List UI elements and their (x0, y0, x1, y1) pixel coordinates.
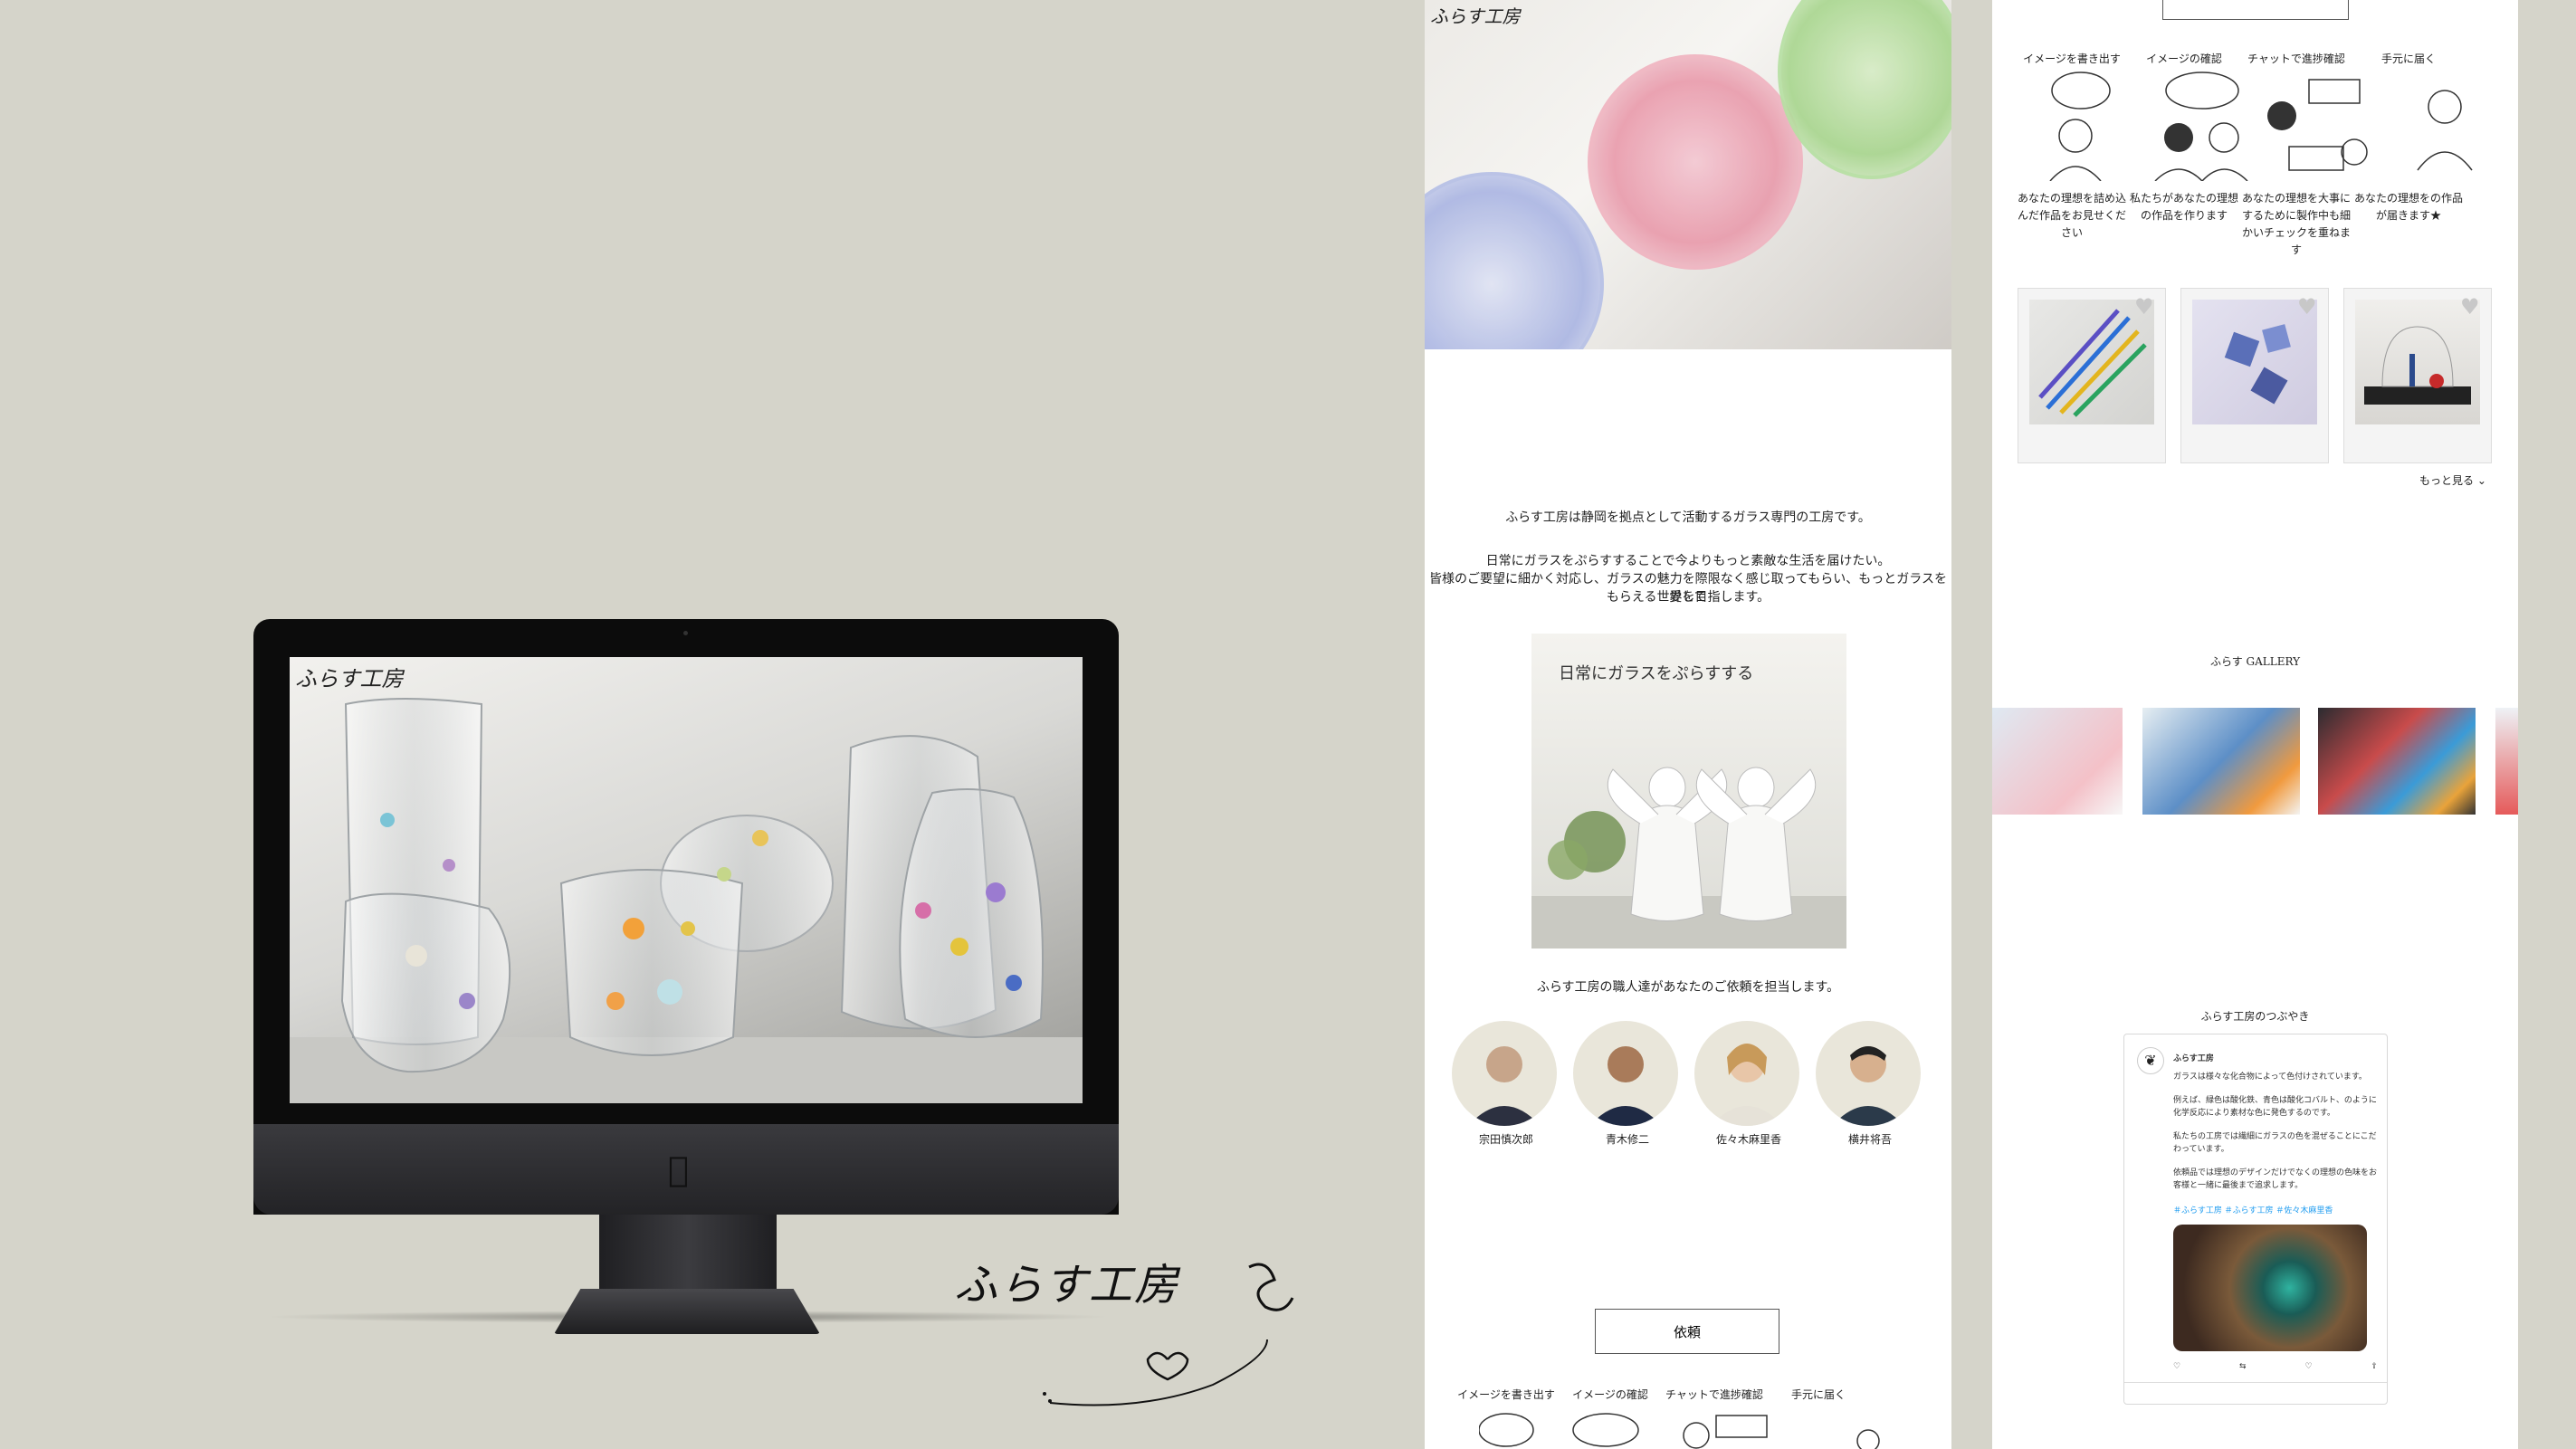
artisan-card[interactable]: 青木修二 (1573, 1021, 1682, 1147)
reply-icon[interactable]: ♡ (2173, 1360, 2180, 1373)
artisan-portrait-icon (1573, 1021, 1678, 1126)
angel-figures-icon (1531, 767, 1846, 949)
favorite-heart-icon[interactable]: ♥ (2134, 294, 2154, 319)
tweet-photo (2173, 1225, 2367, 1351)
tweet-actions: ♡ ⇆ ♡ ⇪ (2173, 1360, 2378, 1373)
gallery-heading: ふらす GALLERY (2209, 655, 2301, 668)
step-title: イメージを書き出す (1457, 1388, 1555, 1401)
step-title: 手元に届く (2380, 52, 2436, 65)
product-card[interactable]: ♥ (2018, 288, 2166, 463)
tweet-hashtags[interactable]: ＃ふらす工房 ＃ふらす工房 ＃佐々木麻里香 (2173, 1205, 2378, 1217)
tweet-paragraph: 依頼品では理想のデザインだけでなくの理想の色味をお客様と一緒に最後まで追求します… (2173, 1168, 2378, 1190)
step-desc: 私たちがあなたの理想の作品を作ります (2129, 192, 2238, 222)
intro-line-4: もらえる世界を目指します。 (1606, 590, 1770, 605)
apple-logo-icon:  (668, 1149, 689, 1189)
step-title: チャットで進捗確認 (1665, 1388, 1763, 1401)
tweets-heading: ふらす工房のつぶやき (2200, 1010, 2310, 1023)
share-icon[interactable]: ⇪ (2371, 1360, 2378, 1373)
intro-line-1: ふらす工房は静岡を拠点として活動するガラス専門の工房です。 (1505, 510, 1871, 525)
favorite-heart-icon[interactable]: ♥ (2297, 294, 2317, 319)
step-desc: あなたの理想を詰め込んだ作品をお見せください (2017, 192, 2126, 239)
step-desc: あなたの理想をの作品が届きます★ (2353, 192, 2463, 222)
tweet-author: ふらす工房 (2173, 1054, 2214, 1063)
gallery-image[interactable] (1992, 708, 2123, 815)
favorite-heart-icon[interactable]: ♥ (2460, 294, 2480, 319)
artisan-portrait-icon (1816, 1021, 1921, 1126)
tweet-paragraph: 例えば、緑色は酸化鉄、青色は酸化コバルト、のように化学反応により素材な色に発色す… (2173, 1096, 2377, 1118)
gallery-image[interactable] (2142, 708, 2300, 815)
artisan-card[interactable]: 横井将吾 (1816, 1021, 1924, 1147)
artisan-name: 青木修二 (1605, 1133, 1649, 1146)
imac-foot (554, 1289, 820, 1334)
site-page-bottom: イメージを書き出す イメージの確認 チャットで進捗確認 手元に届く あなたの理想… (1992, 0, 2518, 1449)
request-button[interactable]: 依頼 (1595, 1309, 1779, 1354)
tweet-paragraph: 私たちの工房では繊細にガラスの色を混ぜることにこだわっています。 (2173, 1132, 2377, 1154)
tweet-avatar-icon: ❦ (2137, 1047, 2164, 1074)
artisan-list: 宗田慎次郎 青木修二 佐々木麻里香 横井将吾 (1452, 1021, 1941, 1157)
tweet-paragraph: ガラスは様々な化合物によって色付けされています。 (2173, 1072, 2367, 1082)
product-card[interactable]: ♥ (2343, 288, 2492, 463)
hero-image: ふらす工房 (1425, 0, 1951, 349)
tweet-divider (2124, 1382, 2387, 1383)
more-link[interactable]: もっと見る ⌄ (2419, 472, 2510, 488)
step-illustrations-icon (1479, 1413, 1880, 1449)
tweet-card[interactable]: ❦ ふらす工房 ガラスは様々な化合物によって色付けされています。 例えば、緑色は… (2123, 1034, 2388, 1405)
step-title: チャットで進捗確認 (2247, 52, 2345, 65)
glassware-photo (290, 698, 1083, 1103)
imac-stand (599, 1215, 777, 1296)
artisan-portrait-icon (1694, 1021, 1799, 1126)
feature-image: 日常にガラスをぷらすする (1531, 634, 1846, 949)
imac-display: ふらす工房 (290, 657, 1083, 1103)
site-page-top: ふらす工房 ふらす工房は静岡を拠点として活動するガラス専門の工房です。 日常にガ… (1425, 0, 1951, 1449)
step-title: イメージの確認 (1572, 1388, 1648, 1401)
request-button-partial[interactable] (2162, 0, 2349, 20)
step-desc: あなたの理想を大事にするために製作中も細かいチェックを重ねます (2241, 192, 2351, 256)
artisan-portrait-icon (1452, 1021, 1557, 1126)
artisan-card[interactable]: 佐々木麻里香 (1694, 1021, 1803, 1147)
step-title: イメージの確認 (2146, 52, 2222, 65)
step-illustrations-icon (2049, 71, 2473, 181)
display-logo: ふらす工房 (295, 666, 404, 691)
site-logo[interactable]: ふらす工房 (1430, 2, 1521, 28)
artisans-heading: ふらす工房の職人達があなたのご依頼を担当します。 (1536, 980, 1840, 995)
gallery-image[interactable] (2495, 708, 2518, 815)
intro-line-2: 日常にガラスをぷらすすることで今よりもっと素敵な生活を届けたい。 (1485, 554, 1891, 568)
artisan-card[interactable]: 宗田慎次郎 (1452, 1021, 1560, 1147)
signature-swash-icon (1043, 1263, 1294, 1406)
artisan-name: 佐々木麻里香 (1715, 1133, 1781, 1146)
artisan-name: 横井将吾 (1847, 1133, 1892, 1146)
step-title: イメージを書き出す (2023, 52, 2121, 65)
retweet-icon[interactable]: ⇆ (2239, 1360, 2247, 1373)
step-title: 手元に届く (1790, 1388, 1846, 1401)
product-card[interactable]: ♥ (2180, 288, 2329, 463)
artisan-name: 宗田慎次郎 (1478, 1133, 1533, 1146)
imac-camera (683, 631, 688, 635)
like-icon[interactable]: ♡ (2304, 1360, 2312, 1373)
gallery-image[interactable] (2318, 708, 2476, 815)
